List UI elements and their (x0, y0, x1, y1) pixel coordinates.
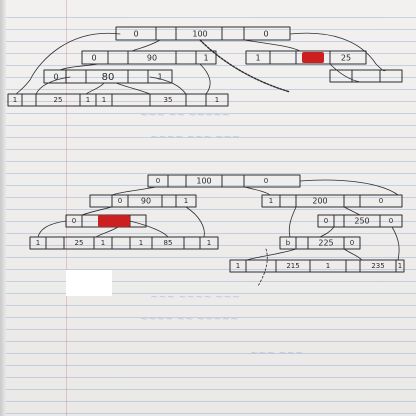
tree1-leaf-d: 1 (102, 96, 106, 104)
tree2-l2-b: 1 (184, 197, 188, 205)
tree1-level3-node: 0 80 1 (43, 69, 173, 84)
tree2-right-b: 0 (379, 197, 383, 205)
tree1-leaves: 1 25 1 1 35 1 (7, 93, 229, 107)
tree2-rleaf-e: 1 (398, 262, 402, 270)
bleed-through-1: ~~~ ~~ ~~~~~ (140, 110, 230, 121)
tree2-level2-node: 0 90 1 (89, 194, 197, 208)
tree1-right-a: 1 (255, 54, 260, 63)
tree2-right-key: 200 (312, 197, 327, 206)
bleed-through-3: ~~~ ~~~~ ~~~ (150, 292, 240, 303)
tree2-leaves: 1 25 1 1 85 1 (29, 236, 219, 250)
tree1-leaf-e: 35 (164, 96, 173, 104)
redaction-mark (302, 52, 324, 63)
notebook-page: 0 100 0 0 90 1 1 25 0 80 1 1 25 1 1 35 1… (0, 0, 416, 416)
tree1-root-left: 0 (133, 30, 138, 39)
tree2-right-level: 0 250 0 (317, 214, 403, 228)
tree1-leaf-b: 25 (54, 96, 63, 104)
tree2-l2-a: 0 (118, 197, 122, 205)
tree1-root-key: 100 (192, 30, 207, 39)
bleed-through-4: ~~~~ ~~ ~~~~~ (140, 314, 239, 325)
tree2-rm-key: 225 (318, 239, 333, 248)
tree2-rl-b: 0 (389, 217, 393, 225)
tree1-far-right-node (329, 69, 403, 83)
tree2-leaf-f: 1 (207, 239, 211, 247)
tree2-right-node: 1 200 0 (261, 194, 403, 208)
tree2-leaf-a: 1 (36, 239, 40, 247)
tree1-leaf-f: 1 (215, 96, 219, 104)
tree1-leaf-a: 1 (13, 96, 17, 104)
tree2-leaf-b: 25 (75, 239, 84, 247)
tree2-rleaf-a: 1 (236, 262, 240, 270)
tree2-leaf-d: 1 (139, 239, 143, 247)
tree2-right-a: 1 (269, 197, 273, 205)
tree-diagrams: 0 100 0 0 90 1 1 25 0 80 1 1 25 1 1 35 1… (7, 26, 405, 359)
tree1-leaf-c: 1 (86, 96, 90, 104)
tree2-leaf-e: 85 (164, 239, 173, 247)
tree2-root-node: 0 100 0 (147, 174, 301, 188)
tree2-right-mid: b 225 0 (279, 236, 361, 250)
tree1-l2-b: 1 (203, 54, 208, 63)
tree2-rl-a: 0 (324, 217, 328, 225)
tree2-rm-b: 0 (350, 239, 354, 247)
tree1-l2-a: 0 (91, 54, 96, 63)
tree2-rl-key: 250 (354, 217, 369, 226)
tree1-l2-key: 90 (147, 54, 157, 63)
tree1-level2-node: 0 90 1 (81, 50, 217, 65)
tree1-root-node: 0 100 0 (115, 26, 291, 41)
tree1-right-node: 1 25 (245, 50, 367, 65)
tree2-rleaf-c: 1 (326, 262, 330, 270)
tree2-root-right: 0 (264, 177, 268, 185)
tree1-l3-b: 1 (157, 73, 162, 82)
tree2-rleaf-b: 215 (286, 262, 299, 270)
tree1-right-b: 25 (341, 54, 351, 63)
tree2-rleaf-d: 235 (371, 262, 384, 270)
redaction-mark-2 (98, 215, 130, 227)
tree2-arrows (37, 179, 400, 287)
tree2-root-left: 0 (156, 177, 160, 185)
tree2-l3-a: 0 (72, 217, 76, 225)
bleed-through-2: ~~~~ ~~~ ~~~ (150, 132, 240, 143)
tree-2: 0 100 0 0 90 1 0 1 25 1 1 85 1 1 200 0 0… (29, 174, 405, 359)
tree1-l3-key: 80 (102, 72, 115, 83)
tree-1: 0 100 0 0 90 1 1 25 0 80 1 1 25 1 1 35 1… (7, 26, 403, 143)
tree1-root-right: 0 (263, 30, 268, 39)
tree2-level3-node: 0 (65, 214, 147, 228)
tree2-l2-key: 90 (141, 197, 151, 206)
tree2-leaf-c: 1 (101, 239, 105, 247)
tree2-root-key: 100 (196, 177, 211, 186)
tree2-right-leaves: 1 215 1 235 1 (229, 259, 405, 273)
bleed-through-5: ~~~ ~~~ (250, 348, 303, 359)
tree2-rm-a: b (286, 239, 291, 247)
